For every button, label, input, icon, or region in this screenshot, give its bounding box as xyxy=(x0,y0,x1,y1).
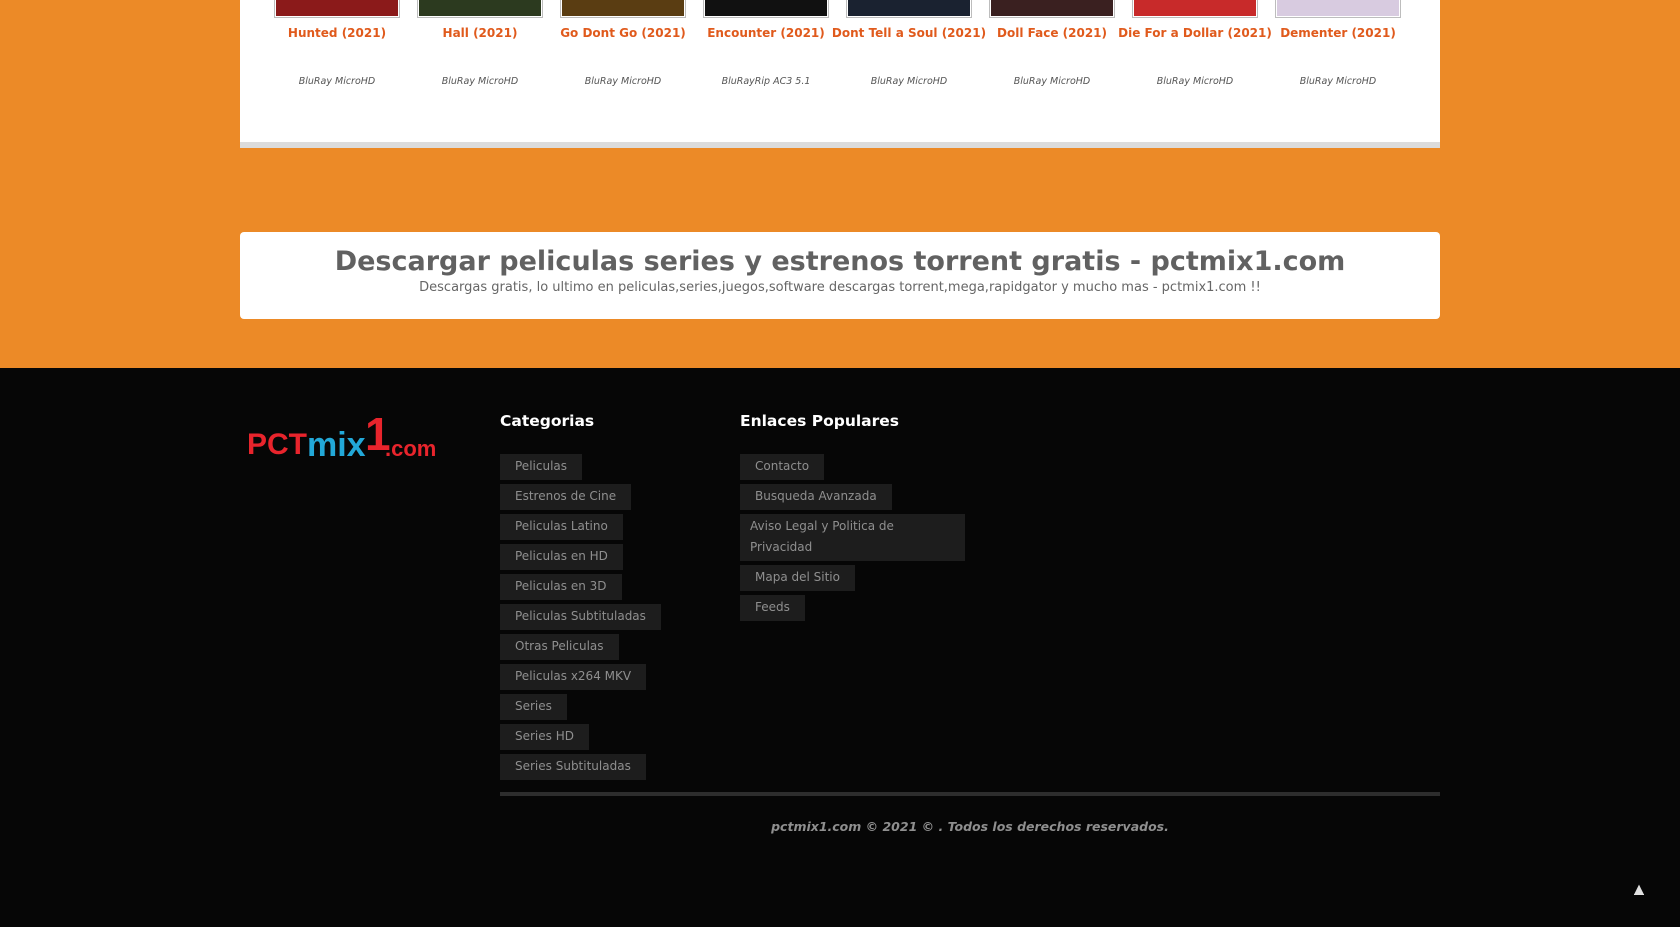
footer: PCT mix 1 .com Categorias Peliculas Estre… xyxy=(0,368,1680,927)
category-link[interactable]: Peliculas xyxy=(500,454,583,480)
movie-poster-image xyxy=(991,0,1113,16)
movie-quality-label: BluRayRip AC3 5.1 xyxy=(721,76,811,87)
categories-heading: Categorias xyxy=(500,412,595,430)
categories-list: Peliculas Estrenos de Cine Peliculas Latin… xyxy=(500,454,661,784)
site-subheading: Descargas gratis, lo ultimo en peliculas… xyxy=(419,280,1261,295)
movie-card[interactable]: Doll Face (2021) BluRay MicroHD xyxy=(982,0,1115,100)
movie-title-link[interactable]: Hunted (2021) xyxy=(257,26,417,40)
site-title-box: Descargar peliculas series y estrenos to… xyxy=(240,232,1440,319)
popular-link[interactable]: Contacto xyxy=(740,454,825,480)
movie-poster-image xyxy=(1134,0,1256,16)
category-link[interactable]: Series HD xyxy=(500,724,589,750)
movie-quality-label: BluRay MicroHD xyxy=(298,76,376,87)
category-link[interactable]: Peliculas en 3D xyxy=(500,574,622,600)
popular-link[interactable]: Mapa del Sitio xyxy=(740,565,855,591)
movie-card[interactable]: Dont Tell a Soul (2021) BluRay MicroHD xyxy=(832,0,986,100)
site-logo[interactable]: PCT mix 1 .com xyxy=(247,408,437,464)
movie-poster[interactable] xyxy=(560,0,686,18)
movie-poster[interactable] xyxy=(703,0,829,18)
movie-poster-image xyxy=(705,0,827,16)
movie-card[interactable]: Die For a Dollar (2021) BluRay MicroHD xyxy=(1118,0,1272,100)
category-link[interactable]: Peliculas x264 MKV xyxy=(500,664,647,690)
movie-poster[interactable] xyxy=(989,0,1115,18)
popular-link[interactable]: Feeds xyxy=(740,595,805,621)
popular-link[interactable]: Aviso Legal y Politica de Privacidad xyxy=(740,514,965,561)
svg-text:.com: .com xyxy=(385,436,436,461)
category-link[interactable]: Peliculas Latino xyxy=(500,514,623,540)
movie-title-link[interactable]: Hall (2021) xyxy=(400,26,560,40)
category-link[interactable]: Series Subtituladas xyxy=(500,754,646,780)
movie-quality-label: BluRay MicroHD xyxy=(870,76,948,87)
popular-link[interactable]: Busqueda Avanzada xyxy=(740,484,892,510)
movie-poster[interactable] xyxy=(846,0,972,18)
movie-poster-image xyxy=(276,0,398,16)
movie-poster[interactable] xyxy=(1132,0,1258,18)
svg-text:PCT: PCT xyxy=(247,428,307,461)
movie-poster-image xyxy=(419,0,541,16)
footer-divider xyxy=(500,792,1440,796)
popular-links-heading: Enlaces Populares xyxy=(740,412,900,430)
category-link[interactable]: Estrenos de Cine xyxy=(500,484,632,510)
movie-poster[interactable] xyxy=(274,0,400,18)
site-logo-image: PCT mix 1 .com xyxy=(247,408,436,464)
movie-poster[interactable] xyxy=(1275,0,1401,18)
movie-poster-image xyxy=(848,0,970,16)
movie-title-link[interactable]: Encounter (2021) xyxy=(686,26,846,40)
movie-card[interactable]: Hall (2021) BluRay MicroHD xyxy=(410,0,543,100)
category-link[interactable]: Series xyxy=(500,694,567,720)
movie-title-link[interactable]: Dont Tell a Soul (2021) xyxy=(829,26,989,40)
movie-poster-image xyxy=(1277,0,1399,16)
category-link[interactable]: Otras Peliculas xyxy=(500,634,619,660)
svg-text:mix: mix xyxy=(307,426,366,464)
movie-quality-label: BluRay MicroHD xyxy=(1299,76,1377,87)
movie-poster[interactable] xyxy=(417,0,543,18)
movie-card[interactable]: Dementer (2021) BluRay MicroHD xyxy=(1268,0,1401,100)
movie-title-link[interactable]: Go Dont Go (2021) xyxy=(543,26,703,40)
movie-quality-label: BluRay MicroHD xyxy=(1156,76,1234,87)
popular-links-list: Contacto Busqueda Avanzada Aviso Legal y P… xyxy=(740,454,965,625)
copyright: pctmix1.com © 2021 © . Todos los derecho… xyxy=(771,819,1169,834)
category-link[interactable]: Peliculas en HD xyxy=(500,544,623,570)
movie-quality-label: BluRay MicroHD xyxy=(1013,76,1091,87)
category-link[interactable]: Peliculas Subtituladas xyxy=(500,604,661,630)
movie-card[interactable]: Encounter (2021) BluRayRip AC3 5.1 xyxy=(696,0,829,100)
movie-title-link[interactable]: Doll Face (2021) xyxy=(972,26,1132,40)
site-heading: Descargar peliculas series y estrenos to… xyxy=(334,246,1346,277)
movie-title-link[interactable]: Dementer (2021) xyxy=(1258,26,1418,40)
recent-movies-strip: Hunted (2021) BluRay MicroHD Hall (2021) Bl… xyxy=(240,0,1440,148)
movie-card[interactable]: Hunted (2021) BluRay MicroHD xyxy=(267,0,400,100)
movie-list: Hunted (2021) BluRay MicroHD Hall (2021) Bl… xyxy=(267,0,1413,100)
movie-quality-label: BluRay MicroHD xyxy=(441,76,519,87)
movie-card[interactable]: Go Dont Go (2021) BluRay MicroHD xyxy=(553,0,686,100)
movie-quality-label: BluRay MicroHD xyxy=(584,76,662,87)
movie-title-link[interactable]: Die For a Dollar (2021) xyxy=(1115,26,1275,40)
scroll-to-top-icon[interactable]: ▲ xyxy=(1634,882,1644,897)
movie-poster-image xyxy=(562,0,684,16)
